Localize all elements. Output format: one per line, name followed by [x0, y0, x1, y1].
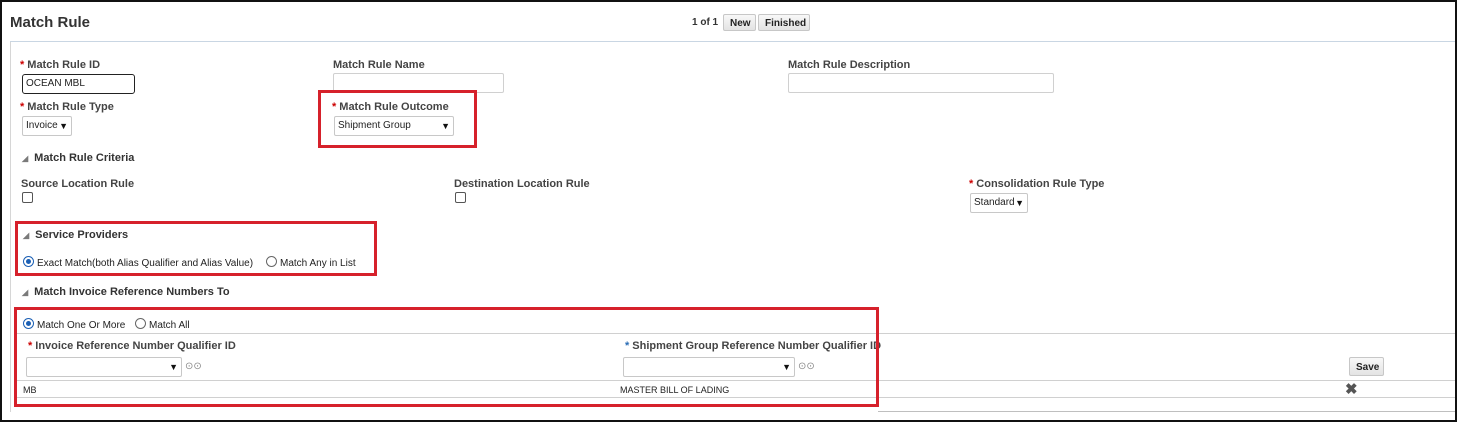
match-rule-page: Match Rule 1 of 1 New Finished * Match Ru…: [0, 0, 1457, 422]
save-row-button[interactable]: Save: [1349, 357, 1384, 376]
header-divider: [10, 41, 1455, 42]
consolidation-rule-type-value: Standard: [974, 197, 1015, 208]
chevron-down-icon: ▼: [59, 121, 68, 131]
collapse-triangle-icon: ◢: [22, 154, 29, 163]
source-location-rule-checkbox[interactable]: [22, 192, 33, 203]
match-rule-description-label: Match Rule Description: [788, 59, 911, 71]
record-pager: 1 of 1: [692, 17, 719, 28]
consolidation-rule-type-label: * Consolidation Rule Type: [969, 178, 1105, 190]
finished-button[interactable]: Finished: [758, 14, 810, 31]
highlight-box-service-providers: [15, 221, 377, 276]
collapse-triangle-icon: ◢: [22, 288, 29, 297]
chevron-down-icon: ▼: [1015, 198, 1024, 208]
match-rule-criteria-header[interactable]: ◢ Match Rule Criteria: [22, 152, 134, 164]
source-location-rule-label: Source Location Rule: [21, 178, 135, 190]
x-delete-icon[interactable]: ✖: [1345, 380, 1358, 398]
match-rule-type-value: Invoice: [26, 120, 58, 131]
destination-location-rule-label: Destination Location Rule: [454, 178, 590, 190]
consolidation-rule-type-select[interactable]: Standard ▼: [970, 193, 1028, 213]
match-rule-id-label: * Match Rule ID: [20, 59, 101, 71]
match-rule-type-label: * Match Rule Type: [20, 101, 114, 113]
required-star: *: [969, 178, 974, 190]
required-star: *: [20, 59, 25, 71]
match-rule-description-input[interactable]: [788, 73, 1054, 93]
destination-location-rule-checkbox[interactable]: [455, 192, 466, 203]
match-rule-id-input[interactable]: OCEAN MBL: [22, 74, 135, 94]
match-rule-name-label: Match Rule Name: [333, 59, 425, 71]
section-bottom-border: [878, 411, 1455, 412]
highlight-box-outcome: [318, 90, 477, 148]
content-left-border: [10, 42, 11, 412]
page-title: Match Rule: [10, 14, 91, 31]
new-button[interactable]: New: [723, 14, 756, 31]
highlight-box-invoice-reference: [14, 307, 879, 407]
match-invoice-reference-header[interactable]: ◢ Match Invoice Reference Numbers To: [22, 286, 230, 298]
match-rule-type-select[interactable]: Invoice ▼: [22, 116, 72, 136]
required-star: *: [20, 101, 25, 113]
